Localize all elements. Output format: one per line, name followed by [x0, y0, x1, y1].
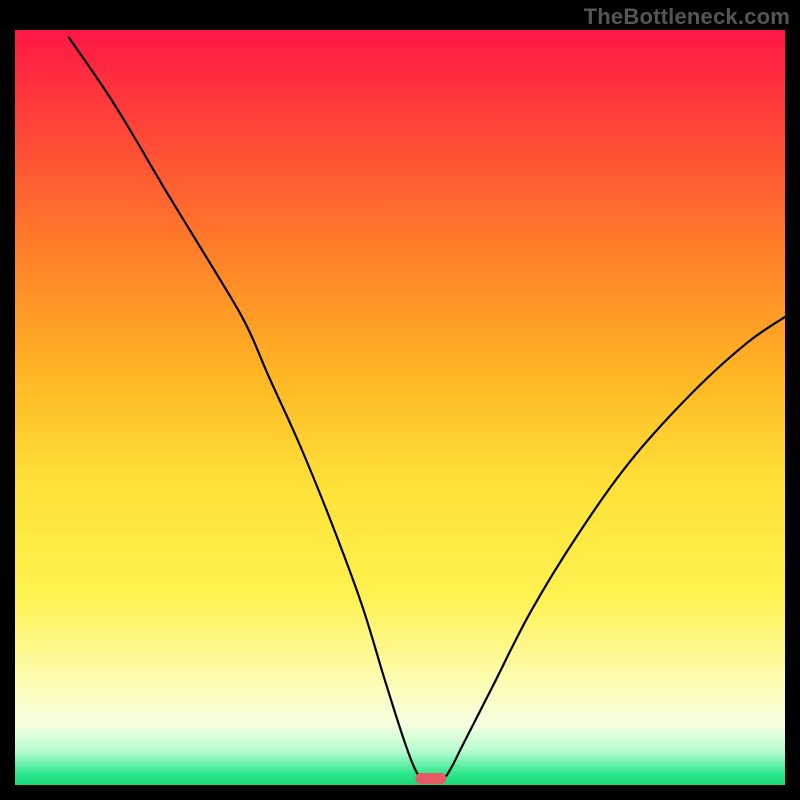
watermark-text: TheBottleneck.com	[584, 4, 790, 30]
gradient-background	[15, 30, 785, 785]
optimal-marker	[415, 773, 446, 784]
bottleneck-chart	[15, 30, 785, 785]
plot-area	[15, 30, 785, 785]
chart-frame: TheBottleneck.com	[0, 0, 800, 800]
